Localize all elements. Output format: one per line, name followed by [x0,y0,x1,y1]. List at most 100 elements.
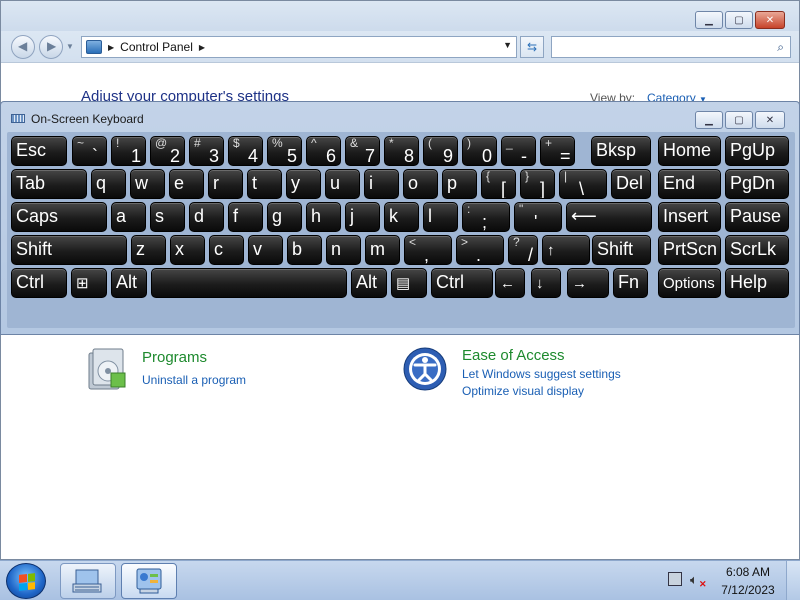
key-u[interactable]: u [325,169,360,199]
key-t[interactable]: t [247,169,282,199]
key-y[interactable]: y [286,169,321,199]
key-end[interactable]: End [658,169,721,199]
key-pause[interactable]: Pause [725,202,789,232]
back-button[interactable]: ◀ [11,35,35,59]
key-windows[interactable]: ⊞ [71,268,107,298]
key-r[interactable]: r [208,169,243,199]
key-6[interactable]: ^ 6 [306,136,341,166]
start-button[interactable] [6,563,46,599]
key-j[interactable]: j [345,202,380,232]
key-left-arrow[interactable]: ← [495,268,525,298]
key-d[interactable]: d [189,202,224,232]
clock-time[interactable]: 6:08 AM [718,565,778,579]
key-m[interactable]: m [365,235,400,265]
key-b[interactable]: b [287,235,322,265]
close-button[interactable]: ✕ [755,11,785,29]
key-alt[interactable]: Alt [111,268,147,298]
key-z[interactable]: z [131,235,166,265]
recent-pages-dropdown[interactable]: ▼ [66,42,74,51]
address-bar[interactable]: ▶ Control Panel ▶ ▼ [81,36,517,58]
key-p[interactable]: p [442,169,477,199]
key-symbol[interactable]: ~ ` [72,136,107,166]
key-symbol[interactable]: {[ [481,169,516,199]
key-x[interactable]: x [170,235,205,265]
refresh-button[interactable]: ⇆ [520,36,544,58]
key-pgdn[interactable]: PgDn [725,169,789,199]
key-prtscn[interactable]: PrtScn [658,235,721,265]
key-symbol[interactable]: " ' [514,202,562,232]
key-ctrl[interactable]: Ctrl [11,268,67,298]
key-symbol[interactable]: :; [462,202,510,232]
key-w[interactable]: w [130,169,165,199]
key-4[interactable]: $4 [228,136,263,166]
key-0[interactable]: ) 0 [462,136,497,166]
key-pgup[interactable]: PgUp [725,136,789,166]
key-7[interactable]: & 7 [345,136,380,166]
key-right-arrow[interactable]: → [567,268,609,298]
search-icon[interactable]: ⌕ [777,40,784,55]
key-symbol[interactable]: ? / [508,235,538,265]
key-caps[interactable]: Caps [11,202,107,232]
key-shift[interactable]: Shift [592,235,651,265]
network-icon[interactable] [668,572,682,586]
key-symbol[interactable]: + = [540,136,575,166]
programs-title[interactable]: Programs [142,349,207,366]
key-l[interactable]: l [423,202,458,232]
search-input[interactable] [556,37,756,57]
key-symbol[interactable]: _ - [501,136,536,166]
key-symbol[interactable]: }] [520,169,555,199]
key-a[interactable]: a [111,202,146,232]
key-q[interactable]: q [91,169,126,199]
key-enter[interactable]: ⟵ [566,202,652,232]
key-shift[interactable]: Shift [11,235,127,265]
key-symbol[interactable]: <, [404,235,452,265]
key-9[interactable]: (9 [423,136,458,166]
key-symbol[interactable]: | \ [559,169,607,199]
key-n[interactable]: n [326,235,361,265]
breadcrumb-separator-icon[interactable]: ▶ [199,43,205,52]
key-tab[interactable]: Tab [11,169,87,199]
key-h[interactable]: h [306,202,341,232]
ease-of-access-title[interactable]: Ease of Access [462,347,565,364]
key-ctrl[interactable]: Ctrl [431,268,493,298]
breadcrumb-control-panel[interactable]: Control Panel [120,40,193,54]
key-5[interactable]: % 5 [267,136,302,166]
key-scrlk[interactable]: ScrLk [725,235,789,265]
forward-button[interactable]: ▶ [39,35,63,59]
key-esc[interactable]: Esc [11,136,67,166]
key-alt[interactable]: Alt [351,268,387,298]
minimize-button[interactable]: ▁ [695,11,723,29]
key-up-arrow[interactable]: ↑ [542,235,590,265]
show-desktop-button[interactable] [786,561,800,600]
key-o[interactable]: o [403,169,438,199]
key-i[interactable]: i [364,169,399,199]
key-insert[interactable]: Insert [658,202,721,232]
maximize-button[interactable]: ▢ [725,11,753,29]
osk-close-button[interactable]: ✕ [755,111,785,129]
optimize-display-link[interactable]: Optimize visual display [462,384,584,398]
breadcrumb-separator-icon[interactable]: ▶ [108,43,114,52]
key-down-arrow[interactable]: ↓ [531,268,561,298]
key-f[interactable]: f [228,202,263,232]
key-home[interactable]: Home [658,136,721,166]
taskbar-control-panel-button[interactable] [121,563,177,599]
suggest-settings-link[interactable]: Let Windows suggest settings [462,367,621,381]
taskbar-osk-button[interactable] [60,563,116,599]
key-del[interactable]: Del [611,169,651,199]
key-bksp[interactable]: Bksp [591,136,651,166]
key-options[interactable]: Options [658,268,721,298]
key-menu[interactable]: ▤ [391,268,427,298]
uninstall-program-link[interactable]: Uninstall a program [142,373,246,387]
key-v[interactable]: v [248,235,283,265]
clock-date[interactable]: 7/12/2023 [718,583,778,597]
osk-minimize-button[interactable]: ▁ [695,111,723,129]
key-8[interactable]: * 8 [384,136,419,166]
address-dropdown-icon[interactable]: ▼ [503,40,512,50]
key-2[interactable]: @2 [150,136,185,166]
key-fn[interactable]: Fn [613,268,648,298]
search-box[interactable]: ⌕ [551,36,791,58]
key-k[interactable]: k [384,202,419,232]
osk-maximize-button[interactable]: ▢ [725,111,753,129]
key-symbol[interactable]: >. [456,235,504,265]
key-3[interactable]: #3 [189,136,224,166]
